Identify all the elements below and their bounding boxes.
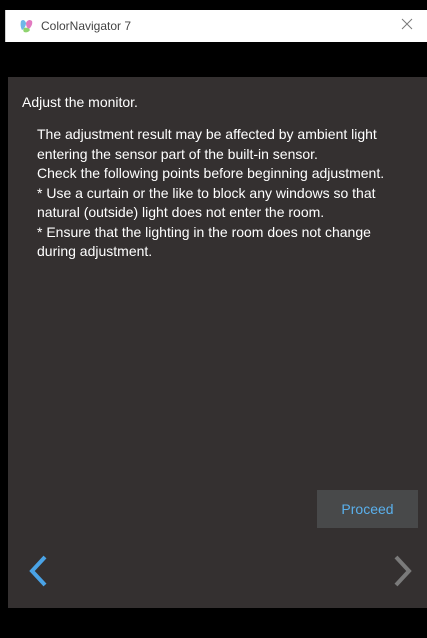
app-window: ColorNavigator 7 Adjust the monitor. The… [0, 0, 427, 638]
close-icon [401, 17, 413, 35]
back-button[interactable] [24, 553, 54, 589]
colornavigator-app-icon [18, 17, 36, 35]
instruction-line: during adjustment. [37, 243, 153, 259]
window-title: ColorNavigator 7 [41, 19, 132, 33]
instruction-line: * Ensure that the lighting in the room d… [37, 223, 371, 240]
instruction-line: Check the following points before beginn… [37, 165, 385, 181]
bottom-strip [5, 608, 427, 638]
content-panel: Adjust the monitor. The adjustment resul… [8, 77, 427, 608]
forward-button[interactable] [387, 553, 417, 589]
instruction-text: The adjustment result may be affected by… [37, 125, 422, 262]
close-button[interactable] [387, 10, 427, 42]
chevron-right-icon [387, 555, 417, 593]
instruction-line: The adjustment result may be affected by… [37, 126, 377, 142]
instruction-line: natural (outside) light does not enter t… [37, 204, 325, 220]
instruction-line: * Use a curtain or the like to block any… [37, 184, 376, 201]
page-heading: Adjust the monitor. [22, 94, 138, 110]
title-bar[interactable]: ColorNavigator 7 [5, 10, 427, 42]
top-strip [5, 42, 427, 77]
chevron-left-icon [24, 555, 54, 593]
proceed-button[interactable]: Proceed [317, 490, 418, 528]
instruction-line: entering the sensor part of the built-in… [37, 145, 318, 162]
